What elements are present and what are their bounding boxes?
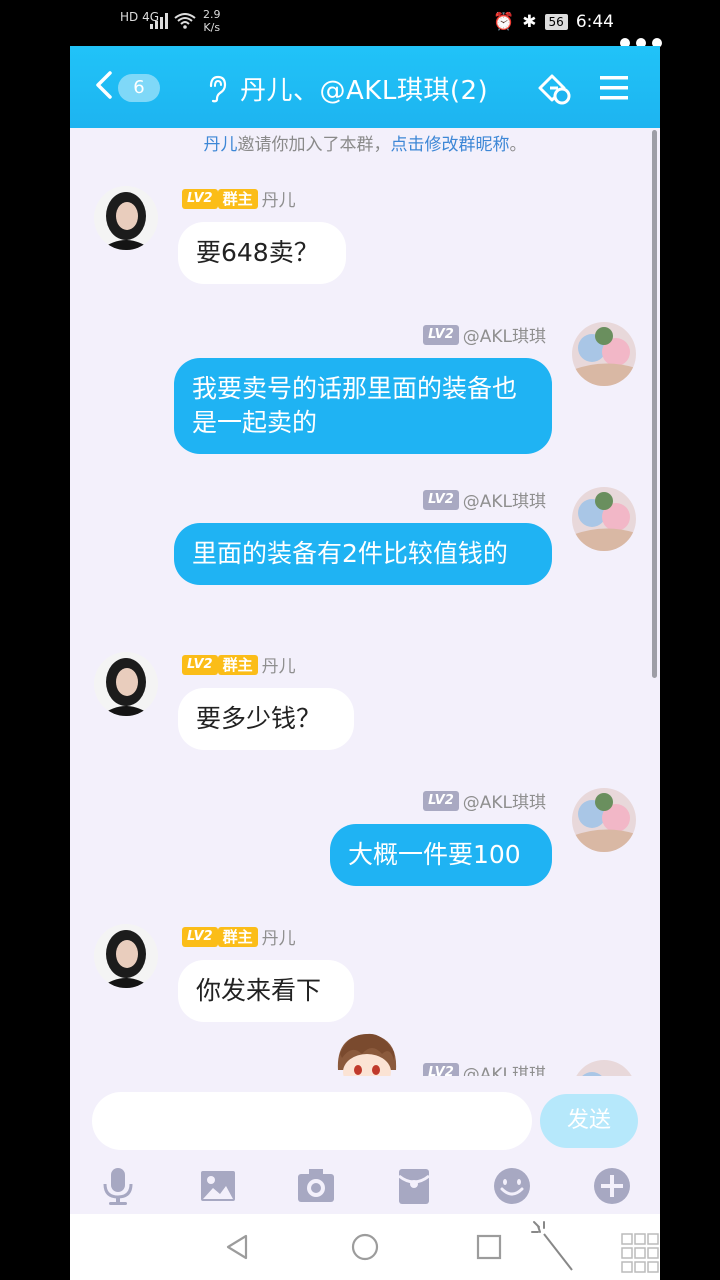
wifi-icon — [174, 13, 196, 29]
sender-name: 丹儿 — [261, 929, 296, 949]
red-packet-icon[interactable] — [394, 1166, 434, 1206]
avatar-akl-qiqi[interactable] — [572, 788, 636, 852]
chat-header: 6 丹儿、@AKL琪琪(2) — [70, 46, 660, 128]
chat-window: 6 丹儿、@AKL琪琪(2) 丹儿邀请你加入了本群，点击修改群昵称。 LV2 群… — [70, 46, 660, 1214]
sender-line: LV2 群主 丹儿 — [182, 652, 296, 677]
menu-icon[interactable] — [594, 68, 634, 108]
avatar-dan-er[interactable] — [94, 924, 158, 988]
system-notice: 丹儿邀请你加入了本群，点击修改群昵称。 — [70, 130, 660, 155]
sender-name: @AKL琪琪 — [462, 492, 546, 512]
avatar-akl-qiqi[interactable] — [572, 1060, 636, 1076]
notice-end: 。 — [509, 135, 527, 155]
sender-line: LV2 @AKL琪琪 — [410, 1060, 546, 1076]
emoji-icon[interactable] — [492, 1166, 532, 1206]
speed-unit: K/s — [203, 21, 221, 34]
keyboard-grid-icon[interactable] — [620, 1232, 660, 1276]
level-badge: LV2 — [423, 324, 459, 345]
owner-badge: 群主 — [217, 926, 258, 947]
avatar-dan-er[interactable] — [94, 186, 158, 250]
level-badge: LV2 — [423, 790, 459, 811]
send-button[interactable]: 发送 — [540, 1094, 638, 1148]
unread-count-badge[interactable]: 6 — [118, 74, 160, 102]
level-badge: LV2 — [182, 926, 218, 947]
message-bubble[interactable]: 要648卖？ — [178, 222, 346, 284]
image-icon[interactable] — [198, 1166, 238, 1206]
bluetooth-icon: ✱ — [522, 12, 537, 32]
level-badge: LV2 — [182, 654, 218, 675]
sender-name: 丹儿 — [261, 657, 296, 677]
chat-title: 丹儿、@AKL琪琪(2) — [240, 76, 489, 106]
plus-icon[interactable] — [592, 1166, 632, 1206]
earpiece-mode-icon[interactable] — [206, 74, 228, 104]
nav-home-icon[interactable] — [350, 1232, 380, 1262]
group-share-icon[interactable] — [534, 68, 574, 108]
edit-nickname-link[interactable]: 点击修改群昵称 — [391, 135, 510, 155]
message-bubble[interactable]: 要多少钱？ — [178, 688, 354, 750]
inviter-name[interactable]: 丹儿 — [204, 135, 238, 155]
sender-line: LV2 群主 丹儿 — [182, 924, 296, 949]
avatar-dan-er[interactable] — [94, 652, 158, 716]
microphone-icon[interactable] — [98, 1166, 138, 1206]
speed-value: 2.9 — [203, 8, 221, 21]
network-speed: 2.9 K/s — [203, 8, 221, 34]
signal-icon — [150, 13, 168, 29]
clock: 6:44 — [575, 12, 614, 32]
message-input[interactable] — [92, 1092, 532, 1150]
nav-recent-icon[interactable] — [476, 1234, 502, 1260]
input-bar: 发送 — [70, 1076, 660, 1214]
message-bubble[interactable]: 你发来看下 — [178, 960, 354, 1022]
sender-line: LV2 @AKL琪琪 — [410, 788, 546, 813]
avatar-akl-qiqi[interactable] — [572, 487, 636, 551]
back-icon[interactable] — [94, 70, 114, 100]
level-badge: LV2 — [182, 188, 218, 209]
sender-line: LV2 @AKL琪琪 — [410, 322, 546, 347]
sender-name: @AKL琪琪 — [462, 1065, 546, 1076]
sender-name: @AKL琪琪 — [462, 793, 546, 813]
battery-indicator: 56 — [544, 14, 568, 30]
nav-back-icon[interactable] — [222, 1232, 252, 1262]
sender-line: LV2 群主 丹儿 — [182, 186, 296, 211]
camera-icon[interactable] — [296, 1166, 336, 1206]
system-nav-bar — [70, 1214, 660, 1280]
notice-text: 邀请你加入了本群， — [237, 135, 391, 155]
message-bubble[interactable]: 大概一件要100 — [330, 824, 552, 886]
status-bar: HD 4G 2.9 K/s ⏰ ✱ 56 6:44 — [0, 0, 720, 48]
message-bubble[interactable]: 里面的装备有2件比较值钱的 — [174, 523, 552, 585]
sender-line: LV2 @AKL琪琪 — [410, 487, 546, 512]
alarm-icon: ⏰ — [493, 12, 515, 32]
status-right: ⏰ ✱ 56 6:44 — [493, 12, 614, 32]
sender-name: 丹儿 — [261, 191, 296, 211]
level-badge: LV2 — [423, 489, 459, 510]
sender-name: @AKL琪琪 — [462, 327, 546, 347]
message-bubble[interactable]: 我要卖号的话那里面的装备也是一起卖的 — [174, 358, 552, 454]
scrollbar[interactable] — [652, 130, 657, 678]
owner-badge: 群主 — [217, 188, 258, 209]
magic-wand-icon[interactable] — [530, 1220, 580, 1278]
owner-badge: 群主 — [217, 654, 258, 675]
avatar-akl-qiqi[interactable] — [572, 322, 636, 386]
level-badge: LV2 — [423, 1062, 459, 1076]
